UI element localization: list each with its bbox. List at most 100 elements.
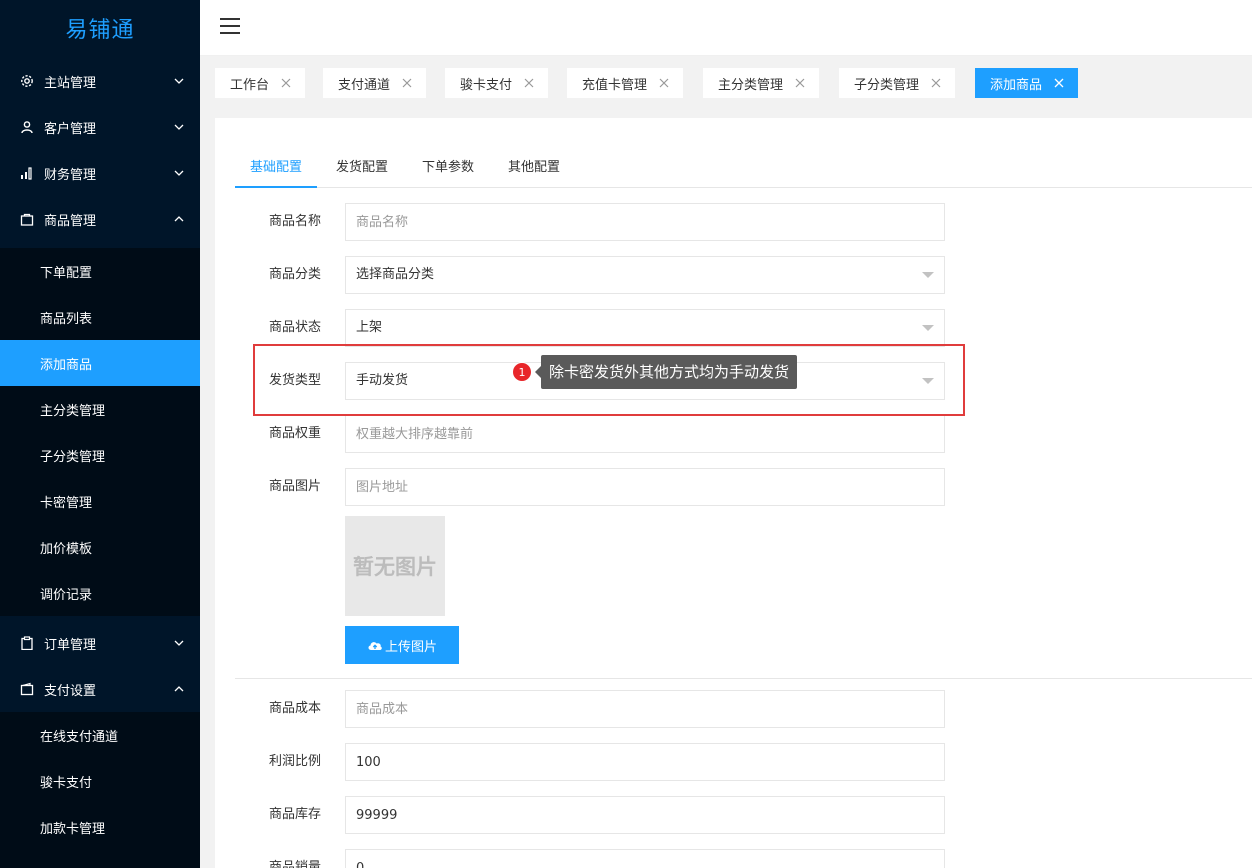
- clipboard-icon: [20, 636, 34, 650]
- sidebar: 易铺通 主站管理 客户管理 财务管理 商品管理 下单配置 商品列表 添加商品 主…: [0, 0, 200, 868]
- form-tabs: 基础配置 发货配置 下单参数 其他配置: [235, 156, 1252, 188]
- form-row-weight: 商品权重: [215, 415, 975, 453]
- tab-main-category[interactable]: 主分类管理: [703, 68, 820, 98]
- divider: [235, 678, 1252, 679]
- close-icon[interactable]: [1054, 78, 1064, 88]
- sidebar-item-price-log[interactable]: 调价记录: [0, 570, 200, 616]
- tab-label: 支付通道: [338, 77, 391, 93]
- menu-group-site[interactable]: 主站管理: [0, 58, 200, 104]
- tab-topup-card[interactable]: 充值卡管理: [567, 68, 684, 98]
- close-icon[interactable]: [659, 78, 669, 88]
- cost-input[interactable]: [345, 690, 945, 728]
- image-preview: 暂无图片: [345, 516, 445, 616]
- caret-down-icon: [922, 325, 934, 331]
- tab-label: 主分类管理: [718, 77, 784, 93]
- close-icon[interactable]: [524, 78, 534, 88]
- status-select[interactable]: 上架: [345, 309, 945, 347]
- select-value: 上架: [356, 320, 383, 335]
- product-submenu: 下单配置 商品列表 添加商品 主分类管理 子分类管理 卡密管理 加价模板 调价记…: [0, 248, 200, 616]
- chevron-up-icon: [174, 684, 184, 694]
- field-label: 商品销量: [268, 860, 321, 868]
- select-value: 手动发货: [356, 373, 409, 388]
- field-label: 商品状态: [268, 320, 321, 335]
- profit-ratio-input[interactable]: [345, 743, 945, 781]
- upload-label: 上传图片: [384, 638, 437, 654]
- form-row-profit: 利润比例: [215, 743, 975, 781]
- menu-group-label: 财务管理: [44, 167, 97, 183]
- sidebar-item-card-secret[interactable]: 卡密管理: [0, 478, 200, 524]
- close-icon[interactable]: [931, 78, 941, 88]
- menu-group-customer[interactable]: 客户管理: [0, 104, 200, 150]
- payment-submenu: 在线支付通道 骏卡支付 加款卡管理: [0, 712, 200, 868]
- tab-delivery-config[interactable]: 发货配置: [321, 156, 403, 188]
- form-row-stock: 商品库存: [215, 796, 975, 834]
- upload-image-button[interactable]: 上传图片: [345, 626, 459, 664]
- chevron-up-icon: [174, 214, 184, 224]
- sidebar-item-markup-template[interactable]: 加价模板: [0, 524, 200, 570]
- tab-label: 工作台: [230, 77, 270, 93]
- field-label: 商品权重: [268, 426, 321, 441]
- menu-group-product[interactable]: 商品管理: [0, 196, 200, 242]
- gear-icon: [20, 74, 34, 88]
- field-label: 商品分类: [268, 267, 321, 282]
- tab-basic-config[interactable]: 基础配置: [235, 156, 318, 188]
- form-row-status: 商品状态 上架: [215, 309, 975, 347]
- menu-group-finance[interactable]: 财务管理: [0, 150, 200, 196]
- form-row-cost: 商品成本: [215, 690, 975, 728]
- bag-icon: [20, 212, 34, 226]
- menu-group-order[interactable]: 订单管理: [0, 620, 200, 666]
- field-label: 商品图片: [268, 479, 321, 494]
- sidebar-item-main-category[interactable]: 主分类管理: [0, 386, 200, 432]
- close-icon[interactable]: [281, 78, 291, 88]
- chevron-down-icon: [174, 638, 184, 648]
- close-icon[interactable]: [795, 78, 805, 88]
- caret-down-icon: [922, 378, 934, 384]
- chevron-down-icon: [174, 76, 184, 86]
- app-logo[interactable]: 易铺通: [0, 0, 200, 56]
- hamburger-menu-icon[interactable]: [220, 18, 240, 36]
- sales-input[interactable]: [345, 849, 945, 868]
- tab-pay-channel[interactable]: 支付通道: [323, 68, 427, 98]
- tab-label: 骏卡支付: [460, 77, 513, 93]
- image-url-input[interactable]: [345, 468, 945, 506]
- form-row-name: 商品名称: [215, 203, 975, 241]
- user-icon: [20, 120, 34, 134]
- sidebar-item-junka-pay[interactable]: 骏卡支付: [0, 758, 200, 804]
- sidebar-item-online-pay[interactable]: 在线支付通道: [0, 712, 200, 758]
- field-label: 商品成本: [268, 701, 321, 716]
- category-select[interactable]: 选择商品分类: [345, 256, 945, 294]
- field-label: 利润比例: [268, 754, 321, 769]
- tab-label: 子分类管理: [854, 77, 920, 93]
- form-row-category: 商品分类 选择商品分类: [215, 256, 975, 294]
- menu-group-label: 支付设置: [44, 683, 97, 699]
- sidebar-item-add-product[interactable]: 添加商品: [0, 340, 200, 386]
- tab-junka-pay[interactable]: 骏卡支付: [445, 68, 549, 98]
- sidebar-item-product-list[interactable]: 商品列表: [0, 294, 200, 340]
- chevron-down-icon: [174, 122, 184, 132]
- sidebar-item-order-config[interactable]: 下单配置: [0, 248, 200, 294]
- weight-input[interactable]: [345, 415, 945, 453]
- tab-workbench[interactable]: 工作台: [215, 68, 306, 98]
- bar-chart-icon: [20, 166, 34, 180]
- caret-down-icon: [922, 272, 934, 278]
- product-name-input[interactable]: [345, 203, 945, 241]
- close-icon[interactable]: [402, 78, 412, 88]
- form-row-sales: 商品销量: [215, 849, 975, 868]
- wallet-icon: [20, 682, 34, 696]
- menu-group-label: 订单管理: [44, 637, 97, 653]
- form-row-image: 商品图片: [215, 468, 975, 506]
- tab-label: 添加商品: [990, 77, 1043, 93]
- tab-sub-category[interactable]: 子分类管理: [839, 68, 956, 98]
- top-header: [200, 0, 1252, 56]
- tab-add-product[interactable]: 添加商品: [975, 68, 1079, 98]
- menu-group-payment[interactable]: 支付设置: [0, 666, 200, 712]
- annotation-badge: 1: [512, 362, 532, 382]
- select-value: 选择商品分类: [356, 267, 435, 282]
- tab-other-config[interactable]: 其他配置: [493, 156, 575, 188]
- menu-group-label: 客户管理: [44, 121, 97, 137]
- sidebar-item-sub-category[interactable]: 子分类管理: [0, 432, 200, 478]
- stock-input[interactable]: [345, 796, 945, 834]
- cloud-upload-icon: [367, 639, 383, 651]
- sidebar-item-topup-card[interactable]: 加款卡管理: [0, 804, 200, 850]
- tab-order-params[interactable]: 下单参数: [407, 156, 489, 188]
